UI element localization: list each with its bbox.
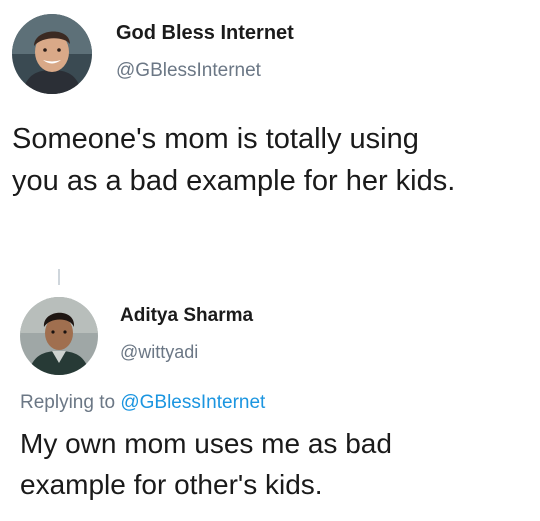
original-tweet: God Bless Internet @GBlessInternet Someo… <box>0 0 540 255</box>
tweet-text-line: example for other's kids. <box>20 469 323 500</box>
tweet-text: My own mom uses me as bad example for ot… <box>20 423 530 505</box>
profile-photo-icon <box>20 297 98 375</box>
user-handle[interactable]: @GBlessInternet <box>116 60 261 82</box>
mention-link[interactable]: @GBlessInternet <box>120 392 265 413</box>
reply-tweet: Aditya Sharma @wittyadi Replying to @GBl… <box>0 255 540 521</box>
profile-photo-icon <box>12 14 92 94</box>
display-name[interactable]: Aditya Sharma <box>120 305 253 327</box>
tweet-text: Someone's mom is totally using you as a … <box>12 118 522 202</box>
replying-to: Replying to @GBlessInternet <box>20 392 265 414</box>
avatar[interactable] <box>12 14 92 94</box>
tweet-text-line: My own mom uses me as bad <box>20 428 392 459</box>
display-name[interactable]: God Bless Internet <box>116 22 294 45</box>
tweet-text-line: Someone's mom is totally using <box>12 123 419 155</box>
user-handle[interactable]: @wittyadi <box>120 342 198 363</box>
tweet-text-line: you as a bad example for her kids. <box>12 165 456 197</box>
thread-connector-line <box>58 269 60 285</box>
replying-to-label: Replying to <box>20 392 116 413</box>
avatar[interactable] <box>20 297 98 375</box>
